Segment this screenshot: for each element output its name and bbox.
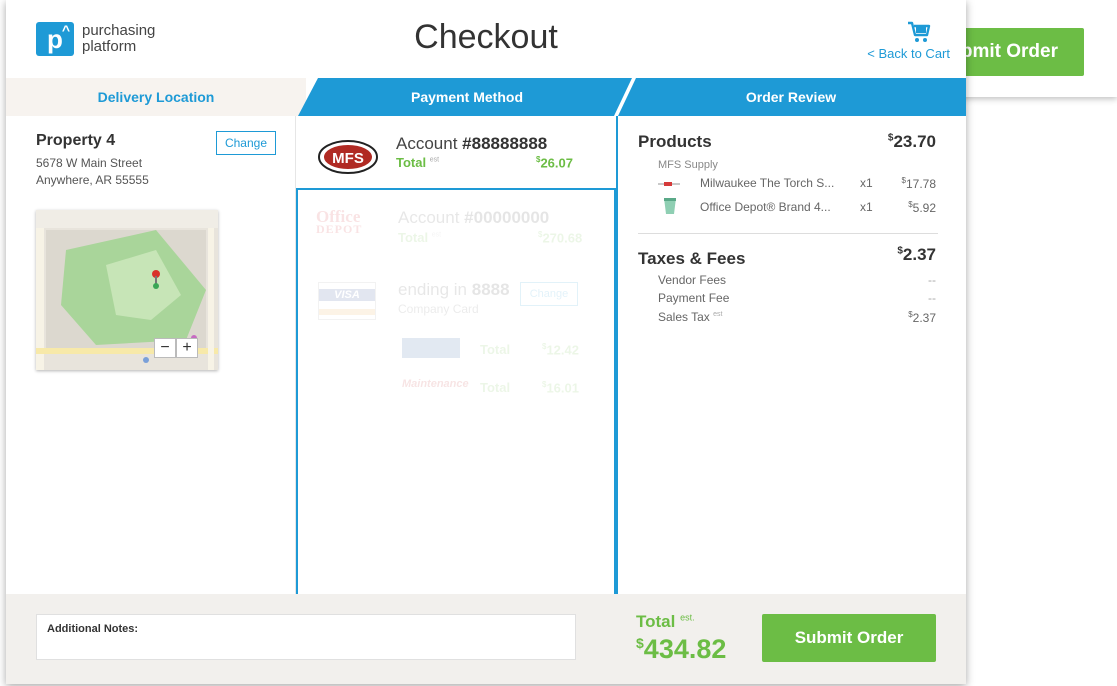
cup-product-icon — [664, 198, 676, 214]
map-zoom-controls: − + — [154, 338, 198, 358]
products-total-value: 23.70 — [893, 132, 936, 151]
torch-product-icon — [658, 182, 680, 186]
vendor-fees-label: Vendor Fees — [658, 273, 727, 287]
total-value-text: 26.07 — [540, 155, 573, 171]
payment-option-selected[interactable]: MFS Account #88888888 Total est $26.07 — [296, 116, 616, 188]
total-value-text: 12.42 — [546, 342, 579, 358]
sub-vendor-1-logo-icon — [402, 338, 460, 358]
sales-tax-value: $2.37 — [908, 310, 936, 325]
item-qty: x1 — [860, 176, 873, 190]
location-map[interactable]: − + — [36, 210, 218, 370]
payment-fee-value: -- — [928, 291, 936, 305]
sub-vendor-2-total-label: Total — [480, 380, 511, 395]
property-name: Property 4 — [36, 132, 116, 149]
order-review-panel: Products $23.70 MFS Supply Milwaukee The… — [616, 116, 966, 594]
sales-tax-est-mark: est — [713, 311, 723, 318]
grand-total-value-text: 434.82 — [643, 634, 727, 664]
item-price: $17.78 — [902, 176, 936, 191]
selected-total-label: Total est — [396, 155, 439, 170]
change-location-button[interactable]: Change — [216, 131, 276, 155]
account-label: Account — [398, 208, 460, 227]
taxes-heading: Taxes & Fees — [638, 249, 746, 268]
page-title: Checkout — [414, 18, 558, 56]
total-label-text: Total — [396, 155, 427, 170]
item-price-value: 17.78 — [905, 177, 936, 191]
payment-method-panel: MFS Account #88888888 Total est $26.07 O… — [296, 116, 616, 594]
sales-tax-label: Sales Tax est — [658, 310, 723, 324]
tab-payment-method[interactable]: Payment Method — [302, 78, 632, 116]
office-depot-account-line: Account #00000000 — [398, 208, 549, 228]
sales-tax-value-text: 2.37 — [912, 311, 936, 325]
map-zoom-in-button[interactable]: + — [176, 338, 198, 358]
products-total: $23.70 — [888, 132, 936, 152]
visa-logo-text: VISA — [319, 289, 375, 301]
checkout-steps: Delivery Location Payment Method Order R… — [6, 78, 966, 116]
checkout-modal: p ^ purchasing platform Checkout < Back … — [6, 0, 966, 684]
mfs-supply-logo-icon: MFS — [318, 140, 378, 174]
taxes-total-value: 2.37 — [902, 245, 936, 264]
tab-payment-label: Payment Method — [410, 89, 523, 105]
vendor-name: MFS Supply — [658, 159, 718, 171]
address-line1: 5678 W Main Street — [36, 156, 143, 170]
checkout-footer: Additional Notes: Total est. $434.82 Sub… — [6, 594, 966, 684]
mfs-logo-text: MFS — [332, 150, 364, 167]
cart-icon[interactable] — [906, 20, 932, 44]
additional-notes-label: Additional Notes: — [47, 623, 139, 635]
card-ending-line: ending in 8888 — [398, 280, 510, 300]
address-line2: Anywhere, AR 55555 — [36, 173, 149, 187]
grand-total-value: $434.82 — [636, 634, 726, 665]
account-number: #88888888 — [462, 134, 548, 153]
grand-total-label: Total est. — [636, 612, 695, 632]
total-est-mark: est — [429, 156, 440, 164]
sales-tax-text: Sales Tax — [658, 310, 710, 324]
card-ending-label: ending in — [398, 280, 468, 299]
sub-vendor-1-total-value: $12.42 — [542, 342, 579, 357]
selected-total-value: $26.07 — [536, 155, 573, 170]
vendor-fees-value: -- — [928, 273, 936, 287]
item-name: Milwaukee The Torch S... — [700, 176, 835, 190]
payment-fee-label: Payment Fee — [658, 291, 730, 305]
back-to-cart-label[interactable]: < Back to Cart — [867, 46, 950, 61]
total-label-text: Total — [398, 230, 429, 245]
account-label: Account — [396, 134, 458, 153]
account-number: #00000000 — [464, 208, 550, 227]
office-depot-logo: Office DEPOT — [316, 208, 363, 236]
sub-vendor-1-total-label: Total — [480, 342, 511, 357]
back-to-cart-link[interactable]: < Back to Cart — [867, 20, 950, 61]
item-name: Office Depot® Brand 4... — [700, 200, 831, 214]
tab-review-label: Order Review — [745, 89, 837, 105]
visa-logo-icon: VISA — [318, 282, 376, 320]
item-price: $5.92 — [908, 200, 936, 215]
products-heading: Products — [638, 132, 712, 151]
total-value-text: 270.68 — [542, 230, 583, 246]
currency-symbol: $ — [636, 635, 644, 651]
sub-vendor-2-logo: Maintenance — [402, 378, 469, 390]
submit-order-button[interactable]: Submit Order — [762, 614, 936, 662]
card-type-label: Company Card — [398, 302, 479, 316]
item-qty: x1 — [860, 200, 873, 214]
office-depot-total-value: $270.68 — [538, 230, 582, 245]
office-depot-logo-line2: DEPOT — [316, 222, 363, 236]
tab-order-review[interactable]: Order Review — [616, 78, 966, 116]
payment-options-list: Office DEPOT Account #00000000 Total est… — [296, 188, 616, 594]
item-price-value: 5.92 — [912, 201, 936, 215]
grand-total-label-text: Total — [636, 612, 676, 631]
additional-notes-field[interactable]: Additional Notes: — [36, 614, 576, 660]
delivery-location-panel: Property 4 5678 W Main Street Anywhere, … — [6, 116, 296, 594]
grand-total-est-mark: est. — [680, 612, 695, 623]
change-card-button[interactable]: Change — [520, 282, 578, 306]
review-divider — [638, 233, 938, 234]
selected-account-line: Account #88888888 — [396, 134, 547, 154]
total-est-mark: est — [431, 231, 442, 239]
sub-vendor-2-total-value: $16.01 — [542, 380, 579, 395]
office-depot-total-label: Total est — [398, 230, 441, 245]
total-value-text: 16.01 — [546, 380, 579, 396]
taxes-total: $2.37 — [897, 245, 936, 265]
map-zoom-out-button[interactable]: − — [154, 338, 176, 358]
header: p ^ purchasing platform Checkout < Back … — [6, 0, 966, 78]
background-submit-order-button[interactable]: Submit Order — [960, 28, 1084, 76]
card-ending-digits: 8888 — [471, 280, 510, 299]
